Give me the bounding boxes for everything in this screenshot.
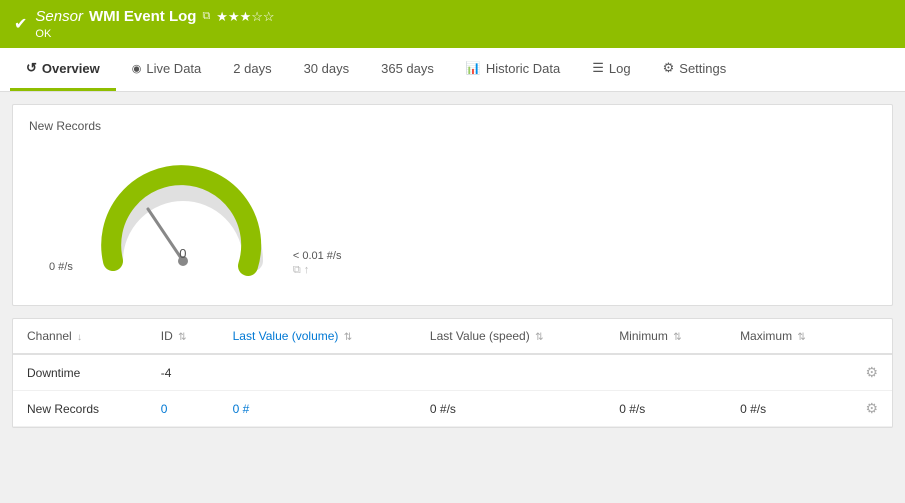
cell-speed-0 — [416, 354, 605, 391]
cell-id-0: -4 — [147, 354, 219, 391]
col-minimum[interactable]: Minimum ⇅ — [605, 319, 726, 354]
gauge-wrapper: 0 — [93, 151, 273, 281]
cell-channel-1: New Records — [13, 391, 147, 427]
cell-id-1: 0 — [147, 391, 219, 427]
star-rating[interactable]: ★★★☆☆ — [216, 9, 274, 25]
sort-vol-icon: ⇅ — [344, 332, 352, 343]
gauge-card-inner: New Records 0 #/s 0 — [13, 105, 892, 305]
gauge-left-label: 0 #/s — [49, 261, 73, 281]
tab-live-data-label: Live Data — [146, 61, 201, 76]
tab-settings-label: Settings — [679, 61, 726, 76]
log-icon: ☰ — [592, 60, 604, 76]
cell-max-1: 0 #/s — [726, 391, 851, 427]
main-content: New Records 0 #/s 0 — [0, 92, 905, 440]
table-header-row: Channel ↓ ID ⇅ Last Value (volume) ⇅ Las… — [13, 319, 892, 354]
gear-icon-0[interactable]: ⚙ — [865, 364, 878, 380]
table-body: Downtime -4 ⚙ New Records 0 0 # 0 #/s — [13, 354, 892, 427]
cell-gear-0[interactable]: ⚙ — [851, 354, 892, 391]
tab-settings[interactable]: ⚙ Settings — [647, 48, 743, 91]
sensor-label: Sensor — [35, 8, 83, 25]
tab-log[interactable]: ☰ Log — [576, 48, 646, 91]
gauge-right-value: < 0.01 #/s — [293, 250, 342, 262]
sort-channel-icon: ↓ — [77, 332, 82, 343]
tab-30days-label: 30 days — [304, 61, 350, 76]
cell-channel-0: Downtime — [13, 354, 147, 391]
settings-icon: ⚙ — [663, 60, 675, 76]
gauge-right-info: < 0.01 #/s ⧉ ↑ — [293, 250, 342, 281]
overview-icon: ↺ — [26, 60, 37, 76]
tab-365days-label: 365 days — [381, 61, 434, 76]
gauge-right-icons: ⧉ ↑ — [293, 264, 342, 277]
gauge-container: 0 #/s 0 < 0.01 # — [29, 141, 876, 291]
cell-min-0 — [605, 354, 726, 391]
data-table: Channel ↓ ID ⇅ Last Value (volume) ⇅ Las… — [13, 319, 892, 427]
page-title: WMI Event Log — [89, 8, 197, 25]
sort-max-icon: ⇅ — [797, 332, 805, 343]
historic-data-icon: 📊 — [466, 61, 481, 75]
tab-historic-data[interactable]: 📊 Historic Data — [450, 49, 576, 91]
tab-30days[interactable]: 30 days — [288, 49, 366, 91]
gauge-svg — [93, 151, 273, 281]
tab-historic-data-label: Historic Data — [486, 61, 560, 76]
cell-vol-1: 0 # — [219, 391, 416, 427]
header-info: Sensor WMI Event Log ⧉ ★★★☆☆ OK — [35, 8, 274, 40]
col-last-value-speed[interactable]: Last Value (speed) ⇅ — [416, 319, 605, 354]
cell-min-1: 0 #/s — [605, 391, 726, 427]
cell-gear-1[interactable]: ⚙ — [851, 391, 892, 427]
tab-overview-label: Overview — [42, 61, 100, 76]
col-actions — [851, 319, 892, 354]
gauge-card-title: New Records — [29, 119, 876, 133]
sort-speed-icon: ⇅ — [535, 332, 543, 343]
table-header: Channel ↓ ID ⇅ Last Value (volume) ⇅ Las… — [13, 319, 892, 354]
gauge-card: New Records 0 #/s 0 — [12, 104, 893, 306]
cell-vol-0 — [219, 354, 416, 391]
tab-overview[interactable]: ↺ Overview — [10, 48, 116, 91]
status-badge: OK — [35, 28, 51, 40]
sort-min-icon: ⇅ — [673, 332, 681, 343]
tab-log-label: Log — [609, 61, 631, 76]
cell-speed-1: 0 #/s — [416, 391, 605, 427]
page-header: ✔ Sensor WMI Event Log ⧉ ★★★☆☆ OK — [0, 0, 905, 48]
cell-max-0 — [726, 354, 851, 391]
gauge-center-value: 0 — [179, 246, 186, 261]
sort-id-icon: ⇅ — [178, 332, 186, 343]
tab-2days-label: 2 days — [233, 61, 271, 76]
col-maximum[interactable]: Maximum ⇅ — [726, 319, 851, 354]
status-check-icon: ✔ — [14, 14, 27, 34]
tab-365days[interactable]: 365 days — [365, 49, 450, 91]
tab-2days[interactable]: 2 days — [217, 49, 287, 91]
table-row: Downtime -4 ⚙ — [13, 354, 892, 391]
table-row: New Records 0 0 # 0 #/s 0 #/s 0 #/s ⚙ — [13, 391, 892, 427]
col-channel[interactable]: Channel ↓ — [13, 319, 147, 354]
nav-tabs-bar: ↺ Overview ◉ Live Data 2 days 30 days 36… — [0, 48, 905, 92]
livedata-icon: ◉ — [132, 62, 142, 75]
gear-icon-1[interactable]: ⚙ — [865, 400, 878, 416]
col-id[interactable]: ID ⇅ — [147, 319, 219, 354]
tab-live-data[interactable]: ◉ Live Data — [116, 49, 218, 91]
link-icon[interactable]: ⧉ — [202, 10, 210, 23]
col-last-value-vol[interactable]: Last Value (volume) ⇅ — [219, 319, 416, 354]
data-table-card: Channel ↓ ID ⇅ Last Value (volume) ⇅ Las… — [12, 318, 893, 428]
